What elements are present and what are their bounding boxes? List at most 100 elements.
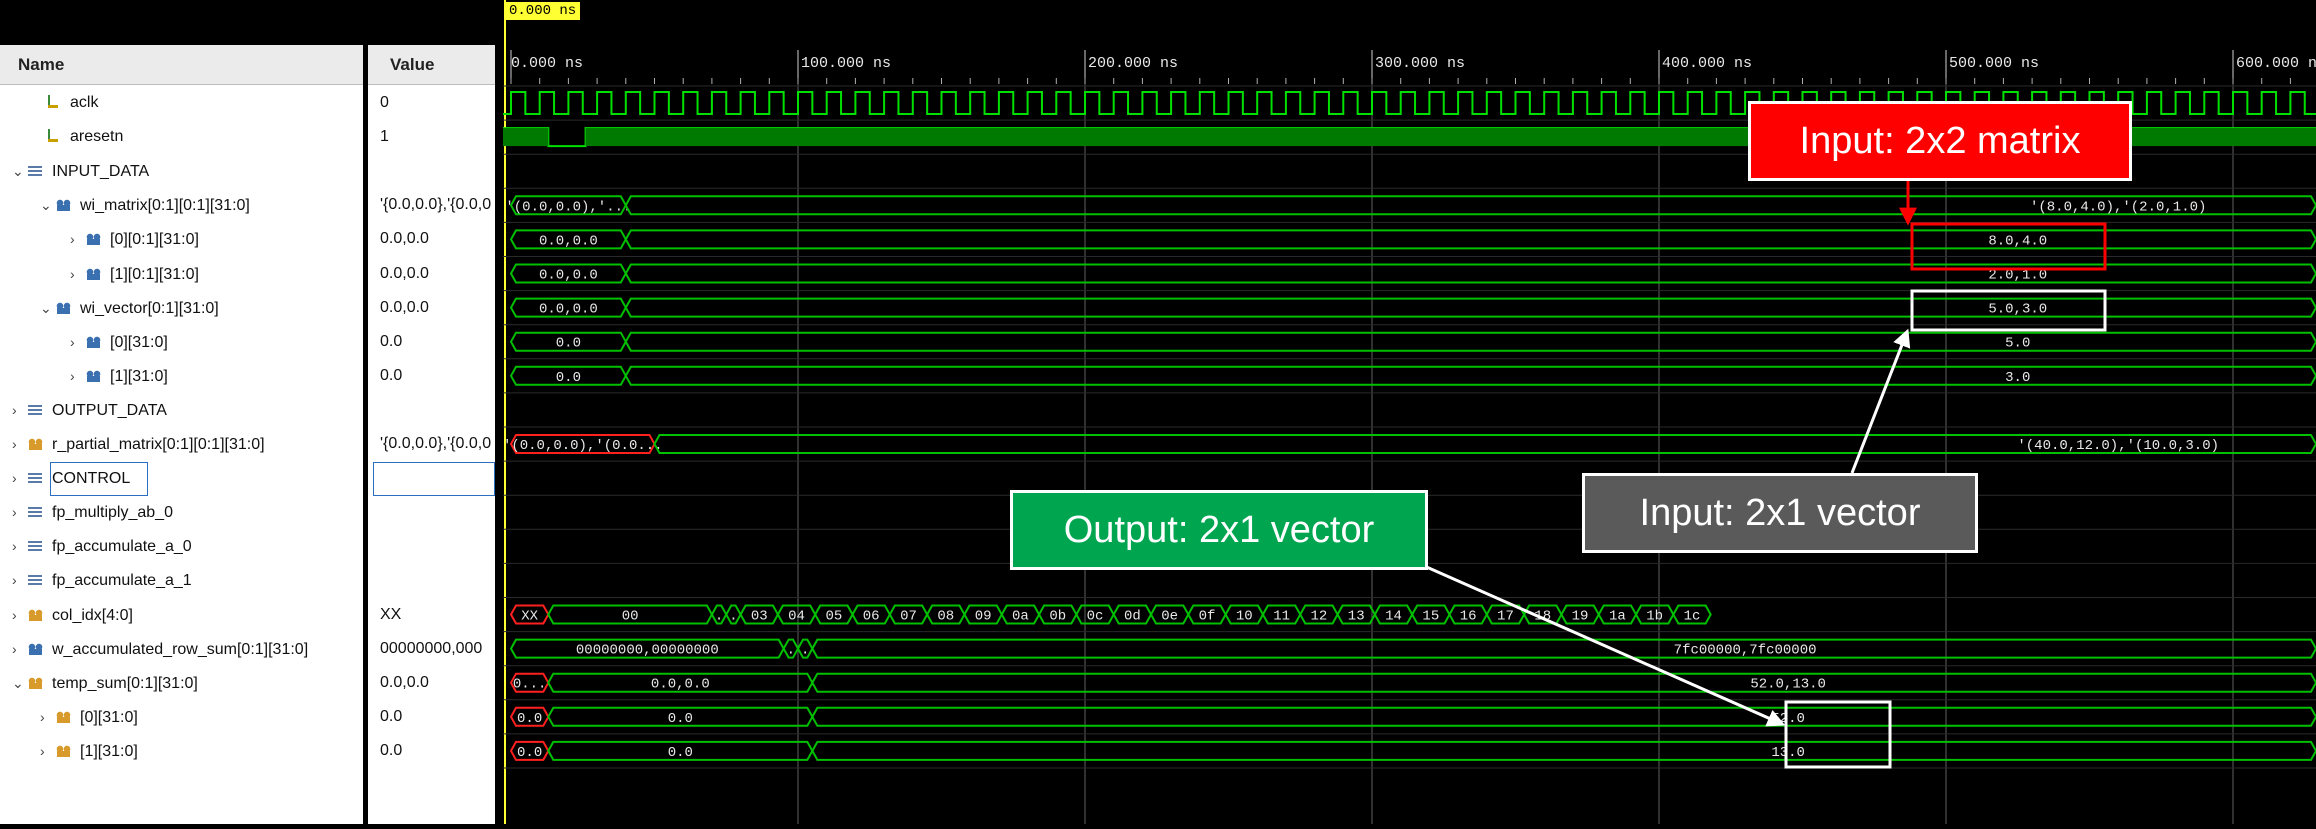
expand-chevron-icon[interactable]: › <box>70 325 86 359</box>
signal-name: fp_accumulate_a_1 <box>52 572 192 589</box>
expand-chevron-icon[interactable]: › <box>12 393 28 427</box>
col-idx-value: 14 <box>1385 609 1402 625</box>
signal-icon <box>46 129 64 143</box>
col-idx-value: 07 <box>900 609 917 625</box>
w-accumulated-row-sum-segment <box>812 640 2316 658</box>
signal-row-4[interactable]: ›[0][0:1][31:0] <box>70 222 199 256</box>
signal-name: w_accumulated_row_sum[0:1][31:0] <box>52 641 308 658</box>
signal-name: [1][0:1][31:0] <box>110 266 199 283</box>
r-partial-matrix-value: '(0.0,0.0),'(0.0... <box>503 438 663 454</box>
name-column-header[interactable]: Name <box>0 45 363 85</box>
expand-chevron-icon[interactable]: ⌄ <box>40 291 56 325</box>
expand-chevron-icon[interactable]: › <box>12 632 28 666</box>
group-icon <box>28 471 46 485</box>
expand-chevron-icon[interactable]: › <box>70 359 86 393</box>
wi-matrix-value: '(0.0,0.0),'... <box>505 199 631 215</box>
signal-row-0[interactable]: aclk <box>30 86 98 120</box>
signal-name: INPUT_DATA <box>52 163 149 180</box>
signal-row-9[interactable]: › OUTPUT_DATA <box>12 393 167 427</box>
expand-chevron-icon[interactable]: › <box>12 427 28 461</box>
signal-row-16[interactable]: › w_accumulated_row_sum[0:1][31:0] <box>12 632 308 666</box>
signal-row-12[interactable]: ›fp_multiply_ab_0 <box>12 495 173 529</box>
expand-chevron-icon[interactable]: ⌄ <box>12 154 28 188</box>
signal-name: temp_sum[0:1][31:0] <box>52 675 198 692</box>
wi-matrix-1-segment <box>626 265 2316 283</box>
time-tick-label: 0.000 ns <box>511 55 583 72</box>
wi-matrix-0-value: 0.0,0.0 <box>539 233 598 249</box>
expand-chevron-icon[interactable]: › <box>40 734 56 768</box>
col-idx-value: 09 <box>975 609 992 625</box>
signal-row-14[interactable]: › fp_accumulate_a_1 <box>12 563 192 597</box>
signal-value: 0.0 <box>380 734 493 768</box>
signal-row-8[interactable]: ›[1][31:0] <box>70 359 168 393</box>
signal-row-1[interactable]: aresetn <box>30 120 123 154</box>
bus-icon <box>86 369 104 383</box>
signal-row-13[interactable]: ›fp_accumulate_a_0 <box>12 529 192 563</box>
signal-row-18[interactable]: › [0][31:0] <box>40 700 138 734</box>
signal-name: [0][31:0] <box>80 709 138 726</box>
wi-vector-value: 5.0,3.0 <box>1988 302 2047 318</box>
signal-name: [0][31:0] <box>110 334 168 351</box>
signal-row-10[interactable]: ›r_partial_matrix[0:1][0:1][31:0] <box>12 427 265 461</box>
signal-value: 0.0 <box>380 325 493 359</box>
signal-value: 0.0,0.0 <box>380 666 493 700</box>
signal-row-7[interactable]: › [0][31:0] <box>70 325 168 359</box>
cursor-time-marker[interactable]: 0.000 ns <box>505 2 580 20</box>
expand-chevron-icon[interactable]: › <box>12 529 28 563</box>
bus-icon <box>86 232 104 246</box>
expand-chevron-icon[interactable]: › <box>12 495 28 529</box>
signal-name: wi_vector[0:1][31:0] <box>80 300 219 317</box>
group-icon <box>28 505 46 519</box>
bus-icon <box>56 744 74 758</box>
time-tick-label: 500.000 ns <box>1949 55 2039 72</box>
signal-row-15[interactable]: ›col_idx[4:0] <box>12 598 133 632</box>
pane-splitter-wave[interactable] <box>495 0 503 824</box>
expand-chevron-icon[interactable]: › <box>70 257 86 291</box>
bus-icon <box>86 335 104 349</box>
col-idx-value: 06 <box>863 609 880 625</box>
temp-sum-value: 0... <box>513 677 547 693</box>
selected-signal-highlight <box>50 462 148 496</box>
expand-chevron-icon[interactable]: › <box>12 598 28 632</box>
temp-sum-value: 0.0,0.0 <box>651 677 710 693</box>
expand-chevron-icon[interactable]: ⌄ <box>40 188 56 222</box>
expand-chevron-icon[interactable]: › <box>12 563 28 597</box>
signal-row-5[interactable]: › [1][0:1][31:0] <box>70 257 199 291</box>
wi-vector-0-segment <box>626 333 2316 351</box>
temp-sum-1-value: 0.0 <box>517 745 542 761</box>
expand-chevron-icon[interactable]: ⌄ <box>12 666 28 700</box>
signal-name: OUTPUT_DATA <box>52 402 167 419</box>
time-tick-label: 100.000 ns <box>801 55 891 72</box>
w-accumulated-row-sum-value: 7fc00000,7fc00000 <box>1674 643 1817 659</box>
callout-input-vector: Input: 2x1 vector <box>1582 473 1978 553</box>
signal-row-2[interactable]: ⌄ INPUT_DATA <box>12 154 149 188</box>
value-column-header[interactable]: Value <box>368 45 495 85</box>
col-idx-value: 03 <box>751 609 768 625</box>
expand-chevron-icon[interactable]: › <box>40 700 56 734</box>
signal-row-19[interactable]: ›[1][31:0] <box>40 734 138 768</box>
signal-value: 00000000,000 <box>380 632 493 666</box>
wi-matrix-1-value: 0.0,0.0 <box>539 268 598 284</box>
bus-icon <box>28 608 46 622</box>
temp-sum-0-segment <box>812 708 2316 726</box>
signal-row-3[interactable]: ⌄wi_matrix[0:1][0:1][31:0] <box>40 188 250 222</box>
col-idx-value: 0e <box>1161 609 1178 625</box>
name-pane-top-strip <box>0 0 363 45</box>
signal-name: aclk <box>70 94 98 111</box>
wi-vector-0-value: 0.0 <box>556 336 581 352</box>
signal-row-17[interactable]: ⌄ temp_sum[0:1][31:0] <box>12 666 198 700</box>
expand-chevron-icon[interactable]: › <box>12 461 28 495</box>
signal-value <box>380 495 493 529</box>
col-idx-value: . <box>715 609 723 625</box>
expand-chevron-icon[interactable]: › <box>70 222 86 256</box>
col-idx-value: 11 <box>1273 609 1290 625</box>
wi-vector-0-value: 5.0 <box>2005 336 2030 352</box>
temp-sum-0-value: 52.0 <box>1771 711 1805 727</box>
signal-value <box>380 393 493 427</box>
signal-row-6[interactable]: ⌄ wi_vector[0:1][31:0] <box>40 291 219 325</box>
time-tick-label: 200.000 ns <box>1088 55 1178 72</box>
pane-splitter[interactable] <box>363 0 368 824</box>
col-idx-value: 05 <box>825 609 842 625</box>
col-idx-value: 1c <box>1684 609 1701 625</box>
temp-sum-segment <box>812 674 2316 692</box>
